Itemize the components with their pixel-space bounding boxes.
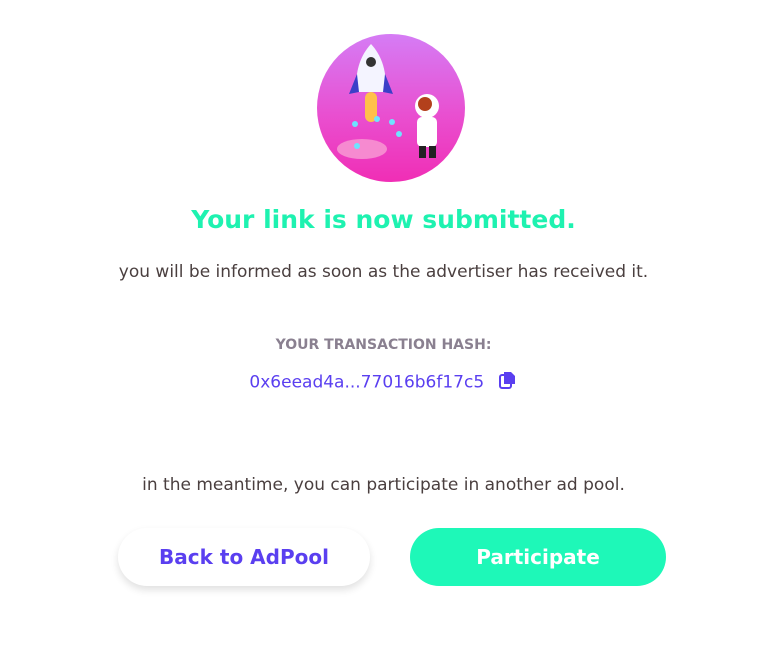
transaction-hash-row: 0x6eead4a...77016b6f17c5	[0, 370, 767, 395]
transaction-hash-label: YOUR TRANSACTION HASH:	[275, 337, 492, 353]
participate-button[interactable]: Participate	[410, 528, 666, 586]
back-to-adpool-button[interactable]: Back to AdPool	[118, 528, 370, 586]
copy-icon[interactable]	[498, 370, 518, 395]
subtitle: you will be informed as soon as the adve…	[118, 262, 649, 282]
rocket-astronaut-illustration	[317, 34, 465, 182]
meantime-text: in the meantime, you can participate in …	[142, 475, 625, 495]
transaction-hash-link[interactable]: 0x6eead4a...77016b6f17c5	[249, 373, 484, 393]
page-title: Your link is now submitted.	[191, 205, 576, 234]
